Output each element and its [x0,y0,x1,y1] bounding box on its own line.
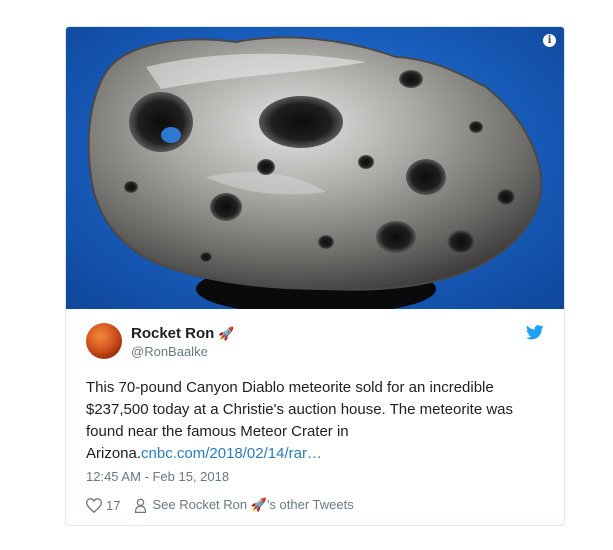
person-icon[interactable] [134,498,147,513]
tweet-card: i Rocket Ron 🚀 @RonBaalke This 70-pound C… [65,26,565,526]
see-tweets-prefix[interactable]: See Rocket Ron [152,497,247,512]
see-other-tweets-link[interactable]: See Rocket Ron 🚀's other Tweets [152,497,353,513]
twitter-bird-icon[interactable] [526,325,544,340]
tweet-link[interactable]: cnbc.com/2018/02/14/rar… [141,445,322,462]
tweet-header: Rocket Ron 🚀 @RonBaalke [86,323,546,363]
author-handle[interactable]: @RonBaalke [131,344,208,359]
tweet-timestamp[interactable]: 12:45 AM - Feb 15, 2018 [86,469,229,484]
meteorite-photo [87,36,543,309]
like-count[interactable]: 17 [106,498,120,513]
heart-icon[interactable] [86,497,102,513]
avatar[interactable] [86,323,122,359]
author-name[interactable]: Rocket Ron 🚀 [131,325,235,342]
info-icon[interactable]: i [543,34,556,47]
tweet-actions: 17 See Rocket Ron 🚀's other Tweets [86,496,354,514]
see-tweets-suffix[interactable]: 's other Tweets [267,497,354,512]
rocket-emoji-small: 🚀 [250,497,267,512]
rocket-emoji: 🚀 [218,326,235,341]
author-name-text[interactable]: Rocket Ron [131,325,214,342]
tweet-text: This 70-pound Canyon Diablo meteorite so… [86,377,546,465]
tweet-media-image[interactable]: i [66,27,564,309]
